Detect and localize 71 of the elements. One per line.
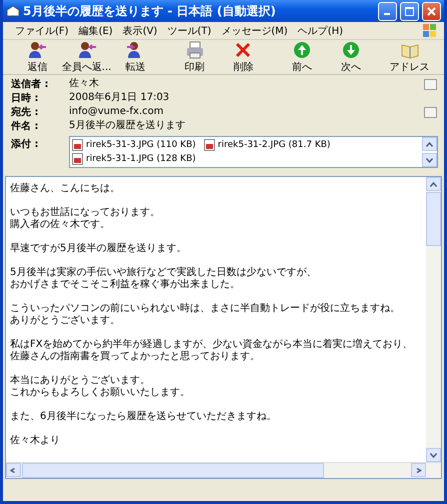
field-label: 添付 :: [11, 138, 40, 151]
person-arrow-icon: [26, 40, 48, 58]
chevron-left-icon: [10, 468, 17, 472]
toolbar-button[interactable]: 転送: [111, 40, 160, 74]
body-text: こういったパソコンの前にいられない時は、まさに半自動トレードが役に立ちますね。: [10, 303, 401, 315]
menu-item[interactable]: ツール(T): [163, 24, 216, 38]
body-text: また、6月後半になったら履歴を送らせていただきますね。: [10, 411, 278, 423]
scroll-thumb[interactable]: [426, 192, 441, 246]
toolbar-button[interactable]: アドレス: [385, 40, 434, 74]
scroll-up-button[interactable]: [422, 137, 437, 151]
attachment-item[interactable]: rirek5-31-1.JPG (128 KB): [72, 152, 196, 166]
body-text: 佐藤さんの指南書を買ってよかったと思っております。: [10, 351, 261, 363]
chevron-up-icon: [426, 142, 433, 146]
body-text: これからもよろしくお願いいたします。: [10, 387, 191, 399]
horizontal-scrollbar[interactable]: [6, 462, 441, 478]
attachment-item[interactable]: rirek5-31-2.JPG (81.7 KB): [204, 138, 330, 152]
scroll-up-button[interactable]: [426, 177, 441, 191]
body-text: 5月後半は実家の手伝いや旅行などで実践した日数は少ないですが、: [10, 267, 318, 278]
maximize-icon: [405, 6, 414, 16]
field-label: 件名 :: [11, 120, 40, 133]
vertical-scrollbar[interactable]: [426, 177, 441, 462]
chevron-down-icon: [430, 452, 437, 458]
field-value: info@vume-fx.com: [69, 106, 164, 118]
body-text: ありがとうございます。: [10, 315, 121, 327]
toolbar-button[interactable]: 削除: [218, 40, 268, 74]
body-text: 佐々木より: [10, 435, 61, 447]
chevron-up-icon: [430, 182, 437, 186]
toolbar-button[interactable]: 次へ: [326, 40, 376, 74]
field-value: 5月後半の履歴を送ります: [69, 120, 186, 132]
field-value: 2008年6月1日 17:03: [69, 92, 170, 104]
body-text: 佐藤さん、こんにちは。: [10, 183, 121, 195]
scroll-down-button[interactable]: [426, 448, 441, 462]
scroll-down-button[interactable]: [422, 153, 437, 167]
window-title: 5月後半の履歴を送ります - 日本語 (自動選択): [23, 2, 277, 20]
body-text: 本当にありがとうございます。: [10, 375, 151, 387]
menu-item[interactable]: メッセージ(M): [217, 24, 292, 38]
field-value: 佐々木: [69, 78, 100, 90]
scroll-thumb[interactable]: [22, 463, 324, 478]
body-text: 私はFXを始めてから約半年が経過しますが、少ない資金ながら本当に着実に増えており、: [10, 339, 414, 350]
field-label: 宛先 :: [11, 106, 40, 119]
close-button[interactable]: [422, 2, 441, 20]
scroll-right-button[interactable]: [411, 463, 426, 477]
chevron-right-icon: [415, 468, 422, 472]
menu-item[interactable]: ファイル(F): [11, 24, 73, 38]
maximize-button[interactable]: [400, 2, 419, 20]
printer-icon: [184, 40, 204, 58]
windows-flag-icon: [423, 24, 436, 37]
toolbar-button[interactable]: 前へ: [278, 40, 326, 74]
minimize-button[interactable]: [378, 2, 397, 20]
body-text: 購入者の佐々木です。: [10, 219, 111, 231]
image-file-icon: [72, 139, 84, 151]
menu-item[interactable]: ヘルプ(H): [294, 24, 348, 38]
field-label: 日時 :: [11, 92, 40, 105]
field-label: 送信者 :: [11, 78, 50, 91]
toolbar-button[interactable]: 印刷: [170, 40, 219, 74]
menu-item[interactable]: 表示(V): [118, 24, 162, 38]
toolbar-button[interactable]: 返信: [13, 40, 62, 74]
body-text: いつもお世話になっております。: [10, 207, 161, 218]
expand-toggle[interactable]: [424, 106, 437, 118]
expand-toggle[interactable]: [424, 78, 437, 90]
menu-item[interactable]: 編集(E): [74, 24, 117, 38]
scroll-left-button[interactable]: [6, 463, 21, 477]
toolbar-button[interactable]: 全員へ返...: [62, 40, 112, 74]
body-text: おかげさまでそこそこ利益を稼ぐ事が出来ました。: [10, 279, 241, 291]
body-text: 早速ですが5月後半の履歴を送ります。: [10, 243, 188, 255]
close-icon: [427, 6, 436, 16]
x-mark-icon: [234, 40, 252, 58]
attachment-item[interactable]: rirek5-31-3.JPG (110 KB): [72, 138, 196, 152]
image-file-icon: [72, 153, 84, 165]
chevron-down-icon: [426, 158, 433, 162]
image-file-icon: [204, 139, 216, 151]
